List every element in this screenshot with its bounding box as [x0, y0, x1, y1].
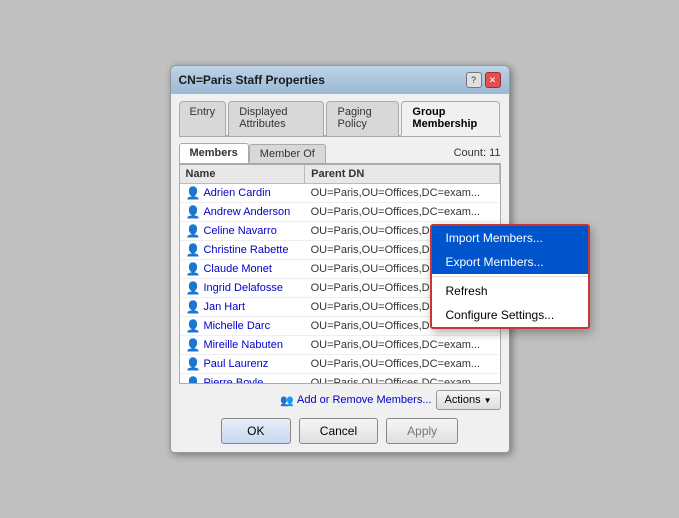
member-dn: OU=Paris,OU=Offices,DC=exam...: [305, 374, 499, 385]
dropdown-item-export-members[interactable]: Export Members...: [432, 250, 588, 274]
member-dn: OU=Paris,OU=Offices,DC=exam...: [305, 355, 499, 374]
count-label: Count: 11: [454, 147, 501, 159]
col-name: Name: [180, 165, 305, 184]
member-name: 👤 Jan Hart: [180, 298, 305, 317]
member-name: 👤 Andrew Anderson: [180, 203, 305, 222]
actions-chevron-icon: ▼: [484, 396, 492, 405]
dropdown-divider: [432, 276, 588, 277]
member-dn: OU=Paris,OU=Offices,DC=exam...: [305, 336, 499, 355]
table-row[interactable]: 👤 Andrew Anderson OU=Paris,OU=Offices,DC…: [180, 203, 500, 222]
inner-tab-member-of[interactable]: Member Of: [249, 144, 326, 163]
member-name: 👤 Pierre Boyle: [180, 374, 305, 385]
close-button[interactable]: ✕: [485, 72, 501, 88]
ok-button[interactable]: OK: [221, 418, 291, 444]
member-dn: OU=Paris,OU=Offices,DC=exam...: [305, 203, 499, 222]
dropdown-item-refresh[interactable]: Refresh: [432, 279, 588, 303]
member-name: 👤 Michelle Darc: [180, 317, 305, 336]
table-header-row: Name Parent DN: [180, 165, 500, 184]
actions-button[interactable]: Actions ▼ Import Members... Export Membe…: [436, 390, 501, 410]
table-row[interactable]: 👤 Adrien Cardin OU=Paris,OU=Offices,DC=e…: [180, 184, 500, 203]
add-members-icon: 👥: [280, 394, 294, 407]
col-parent-dn: Parent DN: [305, 165, 499, 184]
table-row[interactable]: 👤 Paul Laurenz OU=Paris,OU=Offices,DC=ex…: [180, 355, 500, 374]
table-row[interactable]: 👤 Mireille Nabuten OU=Paris,OU=Offices,D…: [180, 336, 500, 355]
cancel-button[interactable]: Cancel: [299, 418, 378, 444]
actions-row: 👥 Add or Remove Members... Actions ▼ Imp…: [179, 390, 501, 410]
table-row[interactable]: 👤 Pierre Boyle OU=Paris,OU=Offices,DC=ex…: [180, 374, 500, 385]
button-row: OK Cancel Apply: [179, 418, 501, 444]
dropdown-item-configure-settings[interactable]: Configure Settings...: [432, 303, 588, 327]
member-dn: OU=Paris,OU=Offices,DC=exam...: [305, 184, 499, 203]
member-name: 👤 Mireille Nabuten: [180, 336, 305, 355]
member-name: 👤 Ingrid Delafosse: [180, 279, 305, 298]
dropdown-item-import-members[interactable]: Import Members...: [432, 226, 588, 250]
title-controls: ? ✕: [466, 72, 501, 88]
tab-paging-policy[interactable]: Paging Policy: [326, 101, 399, 136]
title-bar: CN=Paris Staff Properties ? ✕: [171, 66, 509, 94]
tab-bar: Entry Displayed Attributes Paging Policy…: [179, 100, 501, 137]
apply-button[interactable]: Apply: [386, 418, 458, 444]
help-button[interactable]: ?: [466, 72, 482, 88]
inner-tab-bar: Members Member Of Count: 11: [179, 143, 501, 164]
main-window: CN=Paris Staff Properties ? ✕ Entry Disp…: [170, 65, 510, 453]
member-name: 👤 Christine Rabette: [180, 241, 305, 260]
member-name: 👤 Adrien Cardin: [180, 184, 305, 203]
window-title: CN=Paris Staff Properties: [179, 73, 325, 87]
member-name: 👤 Claude Monet: [180, 260, 305, 279]
member-name: 👤 Celine Navarro: [180, 222, 305, 241]
inner-tab-members[interactable]: Members: [179, 143, 249, 163]
window-content: Entry Displayed Attributes Paging Policy…: [171, 94, 509, 452]
actions-dropdown-menu: Import Members... Export Members... Refr…: [430, 224, 590, 329]
add-remove-members-link[interactable]: 👥 Add or Remove Members...: [280, 394, 431, 407]
member-name: 👤 Paul Laurenz: [180, 355, 305, 374]
tab-group-membership[interactable]: Group Membership: [401, 101, 500, 136]
tab-entry[interactable]: Entry: [179, 101, 227, 136]
tab-displayed-attributes[interactable]: Displayed Attributes: [228, 101, 324, 136]
